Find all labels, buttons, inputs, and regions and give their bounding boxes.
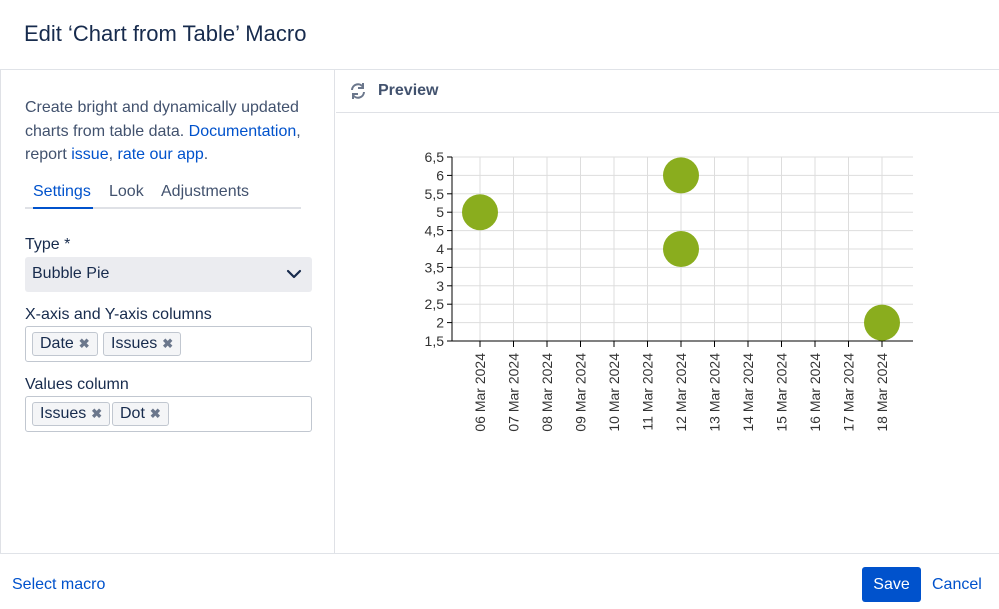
chip-label: Issues	[40, 405, 87, 422]
chevron-down-icon	[286, 269, 302, 279]
y-tick-label: 2,5	[425, 296, 445, 312]
settings-tabs: Settings Look Adjustments	[25, 183, 301, 209]
dialog-footer: Select macro Save Cancel	[0, 553, 999, 609]
tab-adjustments[interactable]: Adjustments	[161, 183, 249, 201]
documentation-link[interactable]: Documentation	[189, 123, 297, 140]
x-tick-label: 14 Mar 2024	[740, 353, 756, 432]
x-tick-label: 09 Mar 2024	[573, 353, 589, 432]
refresh-icon[interactable]	[348, 81, 368, 101]
issue-link[interactable]: issue	[71, 146, 108, 163]
y-tick-label: 5	[436, 204, 444, 220]
y-tick-label: 6,5	[425, 149, 445, 165]
y-tick-label: 3	[436, 278, 444, 294]
chip-dot: Dot ✖	[112, 402, 169, 426]
chip-label: Date	[40, 335, 74, 352]
tab-look[interactable]: Look	[109, 183, 144, 201]
active-tab-indicator	[33, 207, 93, 209]
x-tick-label: 10 Mar 2024	[606, 353, 622, 432]
chart-area: 1,5 2 2,5 3 3,5 4 4,5 5 5,5 6 6,5 06 Mar 2024 07 Mar…	[336, 113, 999, 553]
macro-dialog: Edit ‘Chart from Table’ Macro Create bri…	[0, 0, 999, 609]
x-tick-label: 17 Mar 2024	[841, 353, 857, 432]
bubble-point	[462, 194, 498, 231]
bubble-point	[663, 157, 699, 194]
y-tick-label: 5,5	[425, 186, 445, 202]
dialog-title: Edit ‘Chart from Table’ Macro	[24, 21, 307, 46]
bubble-point	[663, 231, 699, 267]
y-tick-label: 4	[436, 241, 444, 257]
x-tick-label: 06 Mar 2024	[472, 353, 488, 432]
x-tick-label: 08 Mar 2024	[539, 353, 555, 432]
tab-settings[interactable]: Settings	[33, 183, 91, 201]
description: Create bright and dynamically updated ch…	[25, 96, 325, 167]
chip-label: Dot	[120, 405, 145, 422]
preview-header: Preview	[336, 70, 999, 113]
rate-app-link[interactable]: rate our app	[118, 146, 204, 163]
xy-columns-label: X-axis and Y-axis columns	[25, 306, 212, 323]
remove-icon[interactable]: ✖	[162, 333, 176, 355]
y-tick-label: 1,5	[425, 333, 445, 349]
dialog-header: Edit ‘Chart from Table’ Macro	[0, 0, 999, 70]
x-tick-label: 11 Mar 2024	[640, 353, 656, 431]
preview-label: Preview	[378, 82, 439, 99]
preview-panel: Preview 1,5 2 2,5 3 3,5 4 4,5 5 5,5 6 6,5 06 Mar 20…	[336, 70, 999, 553]
settings-panel: Create bright and dynamically updated ch…	[0, 70, 335, 553]
y-tick-label: 4,5	[425, 223, 445, 239]
x-tick-label: 18 Mar 2024	[874, 353, 890, 432]
x-tick-label: 15 Mar 2024	[774, 353, 790, 432]
y-tick-label: 6	[436, 167, 444, 183]
save-button[interactable]: Save	[862, 567, 921, 602]
y-tick-label: 3,5	[425, 259, 445, 275]
values-column-input[interactable]: Issues ✖ Dot ✖	[25, 396, 312, 432]
type-select-value: Bubble Pie	[32, 265, 110, 282]
description-text: .	[203, 146, 209, 163]
x-tick-label: 13 Mar 2024	[707, 353, 723, 432]
xy-columns-input[interactable]: Date ✖ Issues ✖	[25, 326, 312, 362]
x-tick-label: 16 Mar 2024	[807, 353, 823, 432]
y-tick-label: 2	[436, 315, 444, 331]
cancel-button[interactable]: Cancel	[932, 576, 982, 594]
remove-icon[interactable]: ✖	[79, 333, 93, 355]
bubble-chart: 1,5 2 2,5 3 3,5 4 4,5 5 5,5 6 6,5 06 Mar 2024 07 Mar…	[425, 149, 913, 432]
type-label: Type *	[25, 236, 71, 253]
values-column-label: Values column	[25, 376, 129, 393]
x-tick-label: 07 Mar 2024	[506, 353, 522, 432]
chip-label: Issues	[111, 335, 158, 352]
bubble-point	[864, 304, 900, 341]
x-tick-label: 12 Mar 2024	[673, 353, 689, 432]
type-select[interactable]: Bubble Pie	[25, 257, 312, 292]
description-text: ,	[108, 146, 118, 163]
chip-issues: Issues ✖	[32, 402, 111, 426]
select-macro-link[interactable]: Select macro	[12, 576, 105, 594]
chip-issues: Issues ✖	[103, 332, 182, 356]
chip-date: Date ✖	[32, 332, 98, 356]
remove-icon[interactable]: ✖	[150, 403, 164, 425]
remove-icon[interactable]: ✖	[91, 403, 105, 425]
